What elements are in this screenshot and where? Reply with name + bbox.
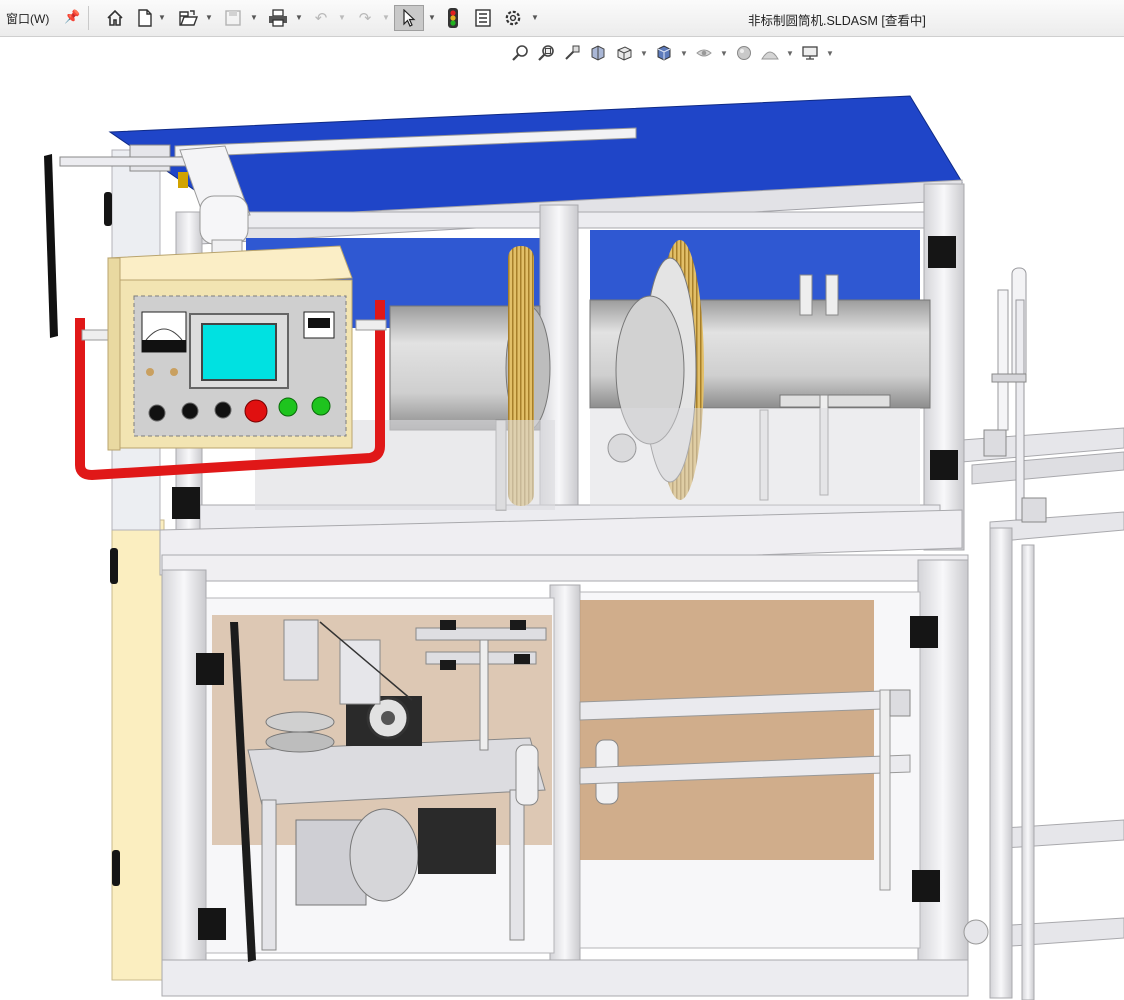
chevron-down-icon[interactable]: ▼ — [382, 13, 390, 22]
side-conveyor — [961, 267, 1124, 1000]
title-toolbar: 窗口(W) 📌 ▼ ▼ ▼ ▼ ↶ ▼ ↷ ▼ ▼ ▼ 非标制圆筒机.SLDAS… — [0, 0, 1124, 37]
graphics-viewport[interactable] — [0, 37, 1124, 1000]
chevron-down-icon[interactable]: ▼ — [428, 13, 436, 22]
file-properties-icon[interactable] — [472, 6, 494, 30]
pin-icon[interactable]: 📌 — [64, 9, 80, 25]
select-icon[interactable] — [394, 5, 424, 31]
home-icon[interactable] — [104, 6, 126, 30]
side-panel — [111, 519, 165, 981]
save-icon[interactable] — [222, 6, 244, 30]
redo-icon[interactable]: ↷ — [354, 6, 376, 30]
chevron-down-icon[interactable]: ▼ — [295, 13, 303, 22]
chevron-down-icon[interactable]: ▼ — [250, 13, 258, 22]
chevron-down-icon[interactable]: ▼ — [338, 13, 346, 22]
toolbar-separator — [88, 6, 89, 30]
document-title: 非标制圆筒机.SLDASM [查看中] — [748, 14, 926, 28]
options-icon[interactable] — [502, 6, 524, 30]
window-menu[interactable]: 窗口(W) — [6, 10, 49, 27]
assembly-model — [44, 95, 1124, 1000]
cable — [44, 154, 58, 338]
rebuild-icon[interactable] — [444, 6, 462, 30]
chevron-down-icon[interactable]: ▼ — [158, 13, 166, 22]
chevron-down-icon[interactable]: ▼ — [531, 13, 539, 22]
control-panel — [107, 245, 353, 451]
chevron-down-icon[interactable]: ▼ — [205, 13, 213, 22]
wood-panel — [580, 600, 874, 860]
undo-icon[interactable]: ↶ — [310, 6, 332, 30]
open-icon[interactable] — [176, 6, 200, 30]
print-icon[interactable] — [266, 6, 290, 30]
hmi-screen — [201, 323, 277, 381]
new-document-icon[interactable] — [134, 6, 156, 30]
